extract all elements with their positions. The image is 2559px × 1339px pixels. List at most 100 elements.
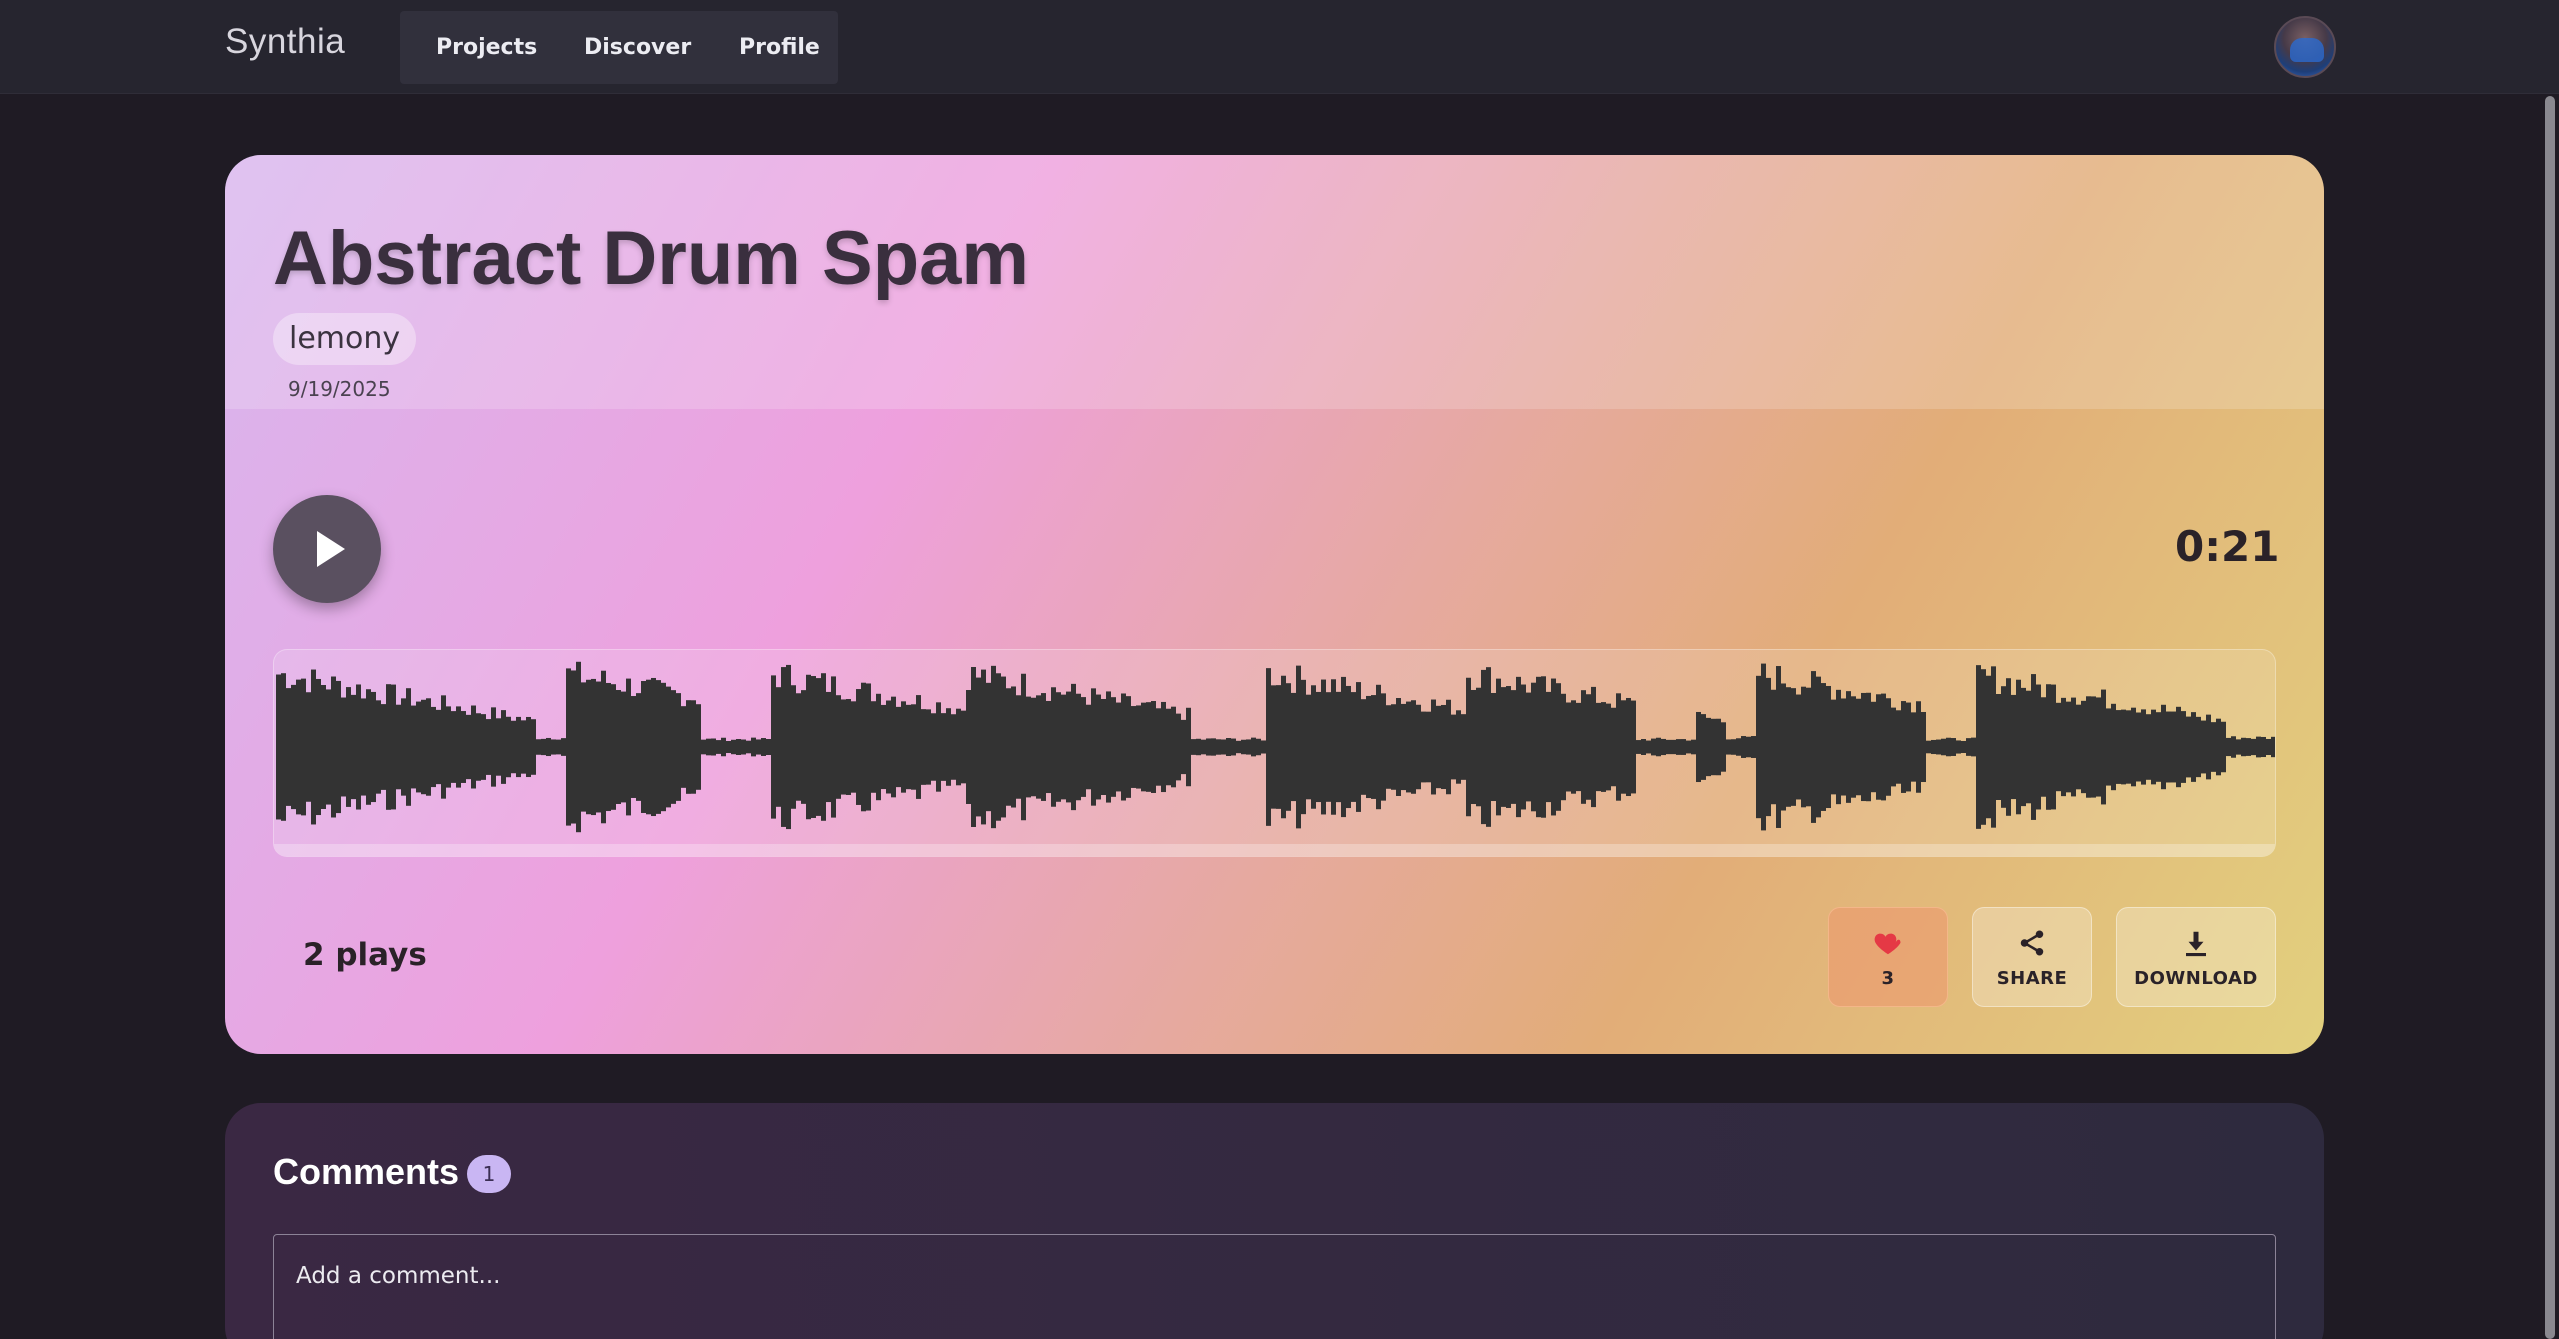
waveform-bar	[756, 739, 761, 755]
waveform-bar	[1981, 669, 1986, 825]
waveform-bar	[2166, 711, 2171, 783]
download-label: DOWNLOAD	[2134, 968, 2258, 989]
nav-projects[interactable]: Projects	[436, 35, 537, 60]
waveform-bar	[396, 704, 401, 790]
nav-profile[interactable]: Profile	[739, 35, 820, 60]
share-button[interactable]: SHARE	[1972, 907, 2092, 1007]
waveform-bar	[1006, 688, 1011, 806]
waveform-bar	[1391, 704, 1396, 790]
waveform-bar	[401, 698, 406, 796]
waveform-bar	[1196, 738, 1201, 756]
waveform-bar	[1331, 679, 1336, 815]
waveform-bar	[856, 689, 861, 805]
waveform-bar	[966, 690, 971, 804]
waveform-bar	[1166, 708, 1171, 786]
waveform-bar	[381, 704, 386, 790]
page-scrollbar-thumb[interactable]	[2545, 96, 2555, 1339]
waveform-bar	[1741, 736, 1746, 758]
comment-input[interactable]	[273, 1234, 2276, 1339]
waveform-bar	[2101, 689, 2106, 805]
top-navigation-bar: Synthia Projects Discover Profile	[0, 0, 2559, 94]
waveform-bar	[1766, 677, 1771, 817]
download-button[interactable]: DOWNLOAD	[2116, 907, 2276, 1007]
waveform-bar	[1411, 700, 1416, 794]
waveform-bar	[296, 679, 301, 815]
waveform-bar	[476, 713, 481, 781]
waveform-bar	[1681, 739, 1686, 755]
waveform-bar	[921, 709, 926, 785]
waveform-bar	[1896, 710, 1901, 784]
waveform-bar	[1736, 738, 1741, 756]
waveform-bar	[696, 704, 701, 790]
waveform-bar	[1636, 740, 1641, 754]
waveform-graphic[interactable]	[274, 650, 2276, 844]
waveform-bar	[806, 674, 811, 820]
waveform-bar	[986, 682, 991, 812]
waveform-bar	[616, 690, 621, 804]
waveform-bar	[301, 678, 306, 816]
waveform-bar	[1936, 739, 1941, 755]
waveform-bar	[801, 690, 806, 804]
waveform-player[interactable]	[273, 649, 2276, 857]
waveform-bar	[2091, 696, 2096, 798]
waveform-bar	[1101, 698, 1106, 796]
waveform-bar	[661, 682, 666, 812]
waveform-bar	[1376, 684, 1381, 810]
waveform-bar	[751, 737, 756, 757]
waveform-bar	[1426, 711, 1431, 783]
waveform-bar	[1141, 702, 1146, 792]
artist-link[interactable]: lemony	[273, 313, 417, 365]
waveform-bar	[1661, 738, 1666, 756]
waveform-bar	[1421, 711, 1426, 783]
waveform-bar	[441, 695, 446, 799]
waveform-bar	[1986, 675, 1991, 819]
waveform-bar	[1316, 691, 1321, 803]
waveform-bar	[481, 714, 486, 780]
waveform-bar	[1181, 719, 1186, 775]
heart-icon	[1874, 933, 1901, 955]
waveform-bar	[731, 739, 736, 755]
waveform-bar	[2071, 697, 2076, 797]
waveform-bar	[2266, 738, 2271, 756]
waveform-bar	[791, 685, 796, 809]
track-date: 9/19/2025	[288, 377, 391, 401]
brand-logo[interactable]: Synthia	[225, 22, 345, 62]
user-avatar[interactable]	[2274, 16, 2336, 78]
waveform-bar	[1771, 689, 1776, 805]
like-button[interactable]: 3	[1828, 907, 1948, 1007]
waveform-bar	[1761, 663, 1766, 831]
waveform-bar	[1926, 740, 1931, 754]
nav-discover[interactable]: Discover	[584, 35, 691, 60]
waveform-bar	[996, 673, 1001, 821]
waveform-bar	[1591, 686, 1596, 808]
waveform-bar	[1951, 738, 1956, 756]
waveform-bar	[1866, 692, 1871, 802]
waveform-bar	[286, 688, 291, 806]
waveform-bar	[836, 695, 841, 799]
waveform-bar	[721, 737, 726, 757]
waveform-bar	[2011, 694, 2016, 800]
waveform-bar	[1976, 665, 1981, 829]
waveform-bar	[831, 676, 836, 818]
waveform-bar	[646, 679, 651, 815]
playback-progress-bar[interactable]	[274, 844, 2275, 856]
waveform-bar	[446, 706, 451, 788]
waveform-bar	[2201, 720, 2206, 774]
waveform-bar	[306, 692, 311, 802]
waveform-bar	[936, 702, 941, 792]
waveform-bar	[781, 667, 786, 827]
waveform-bar	[1656, 737, 1661, 757]
comments-count-badge: 1	[467, 1155, 511, 1193]
waveform-bar	[886, 700, 891, 794]
waveform-bar	[676, 693, 681, 801]
waveform-bar	[601, 670, 606, 824]
waveform-bar	[2221, 721, 2226, 773]
waveform-bar	[1756, 675, 1761, 819]
waveform-bar	[606, 682, 611, 812]
waveform-bar	[496, 718, 501, 776]
waveform-bar	[711, 738, 716, 756]
waveform-bar	[1801, 686, 1806, 808]
waveform-bar	[1731, 739, 1736, 755]
play-button[interactable]	[273, 495, 381, 603]
waveform-bar	[1126, 696, 1131, 798]
